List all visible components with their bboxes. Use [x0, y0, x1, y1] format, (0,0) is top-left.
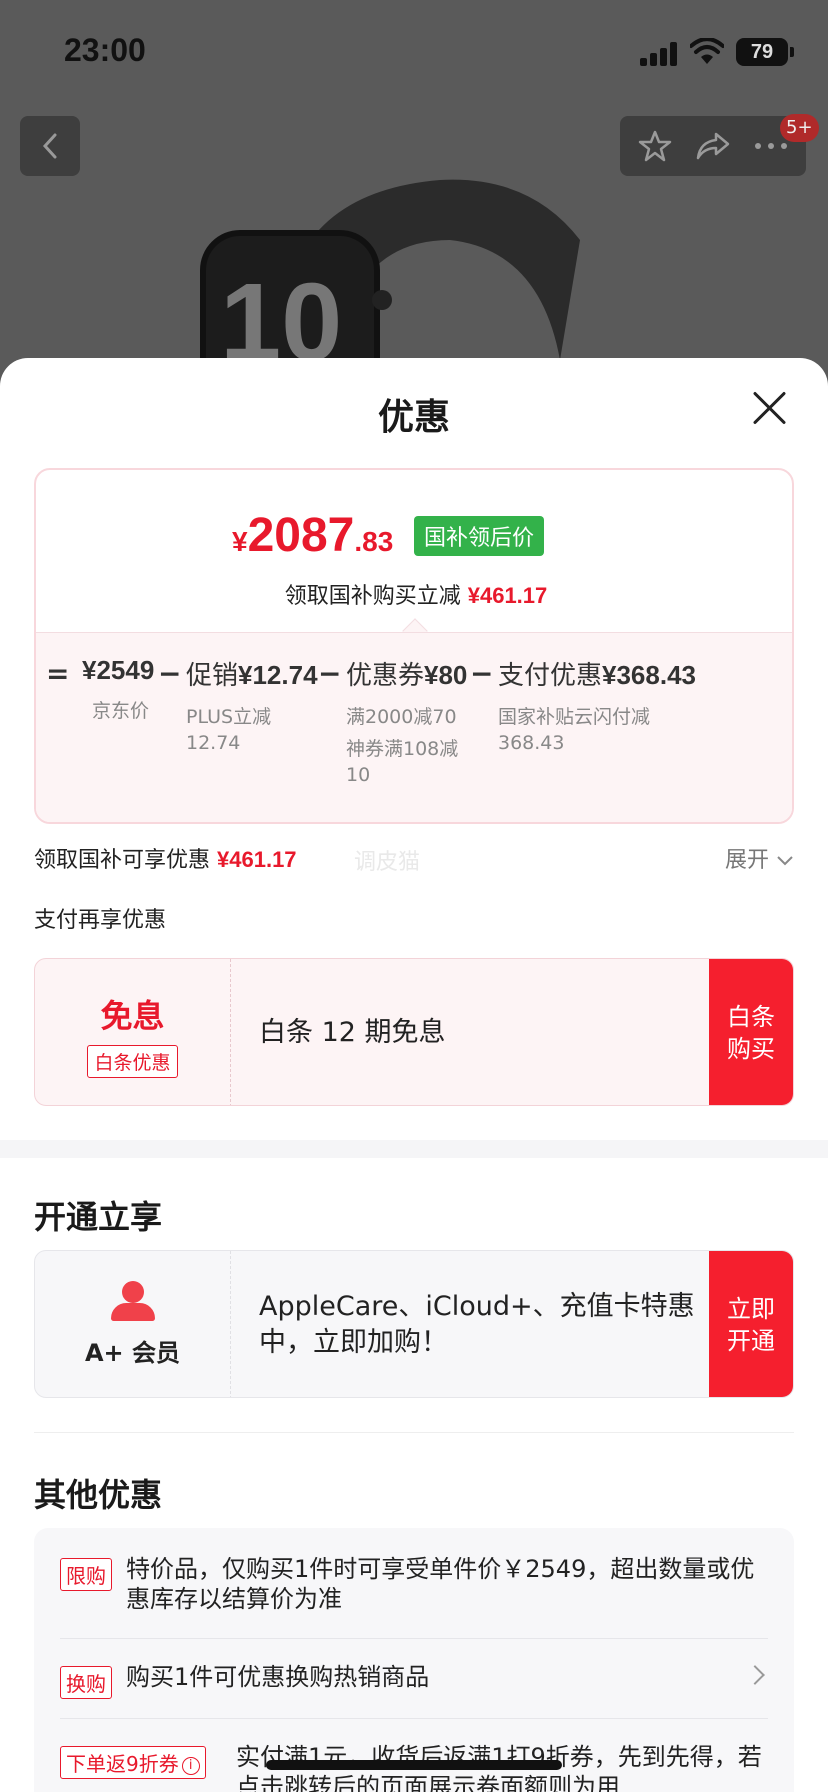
divider	[34, 1432, 794, 1433]
chevron-left-icon	[42, 133, 57, 159]
back-button[interactable]	[20, 116, 80, 176]
home-indicator	[266, 1760, 562, 1770]
breakdown-sub: PLUS立减	[186, 706, 272, 728]
share-icon[interactable]	[694, 128, 732, 164]
minus-sign: −	[158, 657, 182, 690]
interest-free-title: 免息	[100, 997, 165, 1035]
subsidy-line-text: 领取国补购买立减	[284, 584, 461, 609]
trade-up-text: 购买1件可优惠换购热销商品	[126, 1663, 430, 1691]
final-price-currency: ¥	[232, 526, 248, 557]
breakdown-value: ¥12.74	[238, 660, 318, 690]
breakdown-label: 促销	[186, 661, 239, 691]
expand-button[interactable]: 展开	[725, 842, 794, 874]
breakdown-sub: 京东价	[92, 700, 150, 722]
final-price-integer: 2087	[247, 509, 355, 562]
sheet-title: 优惠	[377, 397, 450, 438]
price-breakdown-card: ¥2087.83 国补领后价 领取国补购买立减 ¥461.17 = ¥2549 …	[34, 468, 794, 824]
minus-sign: −	[470, 657, 494, 690]
coupon-return-tag: 下单返9折券 i	[60, 1746, 206, 1779]
interest-free-label-area: 免息 白条优惠	[35, 959, 231, 1105]
breakdown-sub: 10	[346, 764, 371, 786]
chevron-down-icon	[777, 856, 793, 866]
subsidy-summary-text: 领取国补可享优惠	[34, 848, 211, 873]
watermark: 调皮猫	[354, 850, 421, 875]
breakdown-item-promo: 促销¥12.74 PLUS立减 12.74	[186, 655, 318, 756]
other-offers-list: 限购 特价品，仅购买1件时可享受单件价￥2549，超出数量或优惠库存以结算价为准…	[34, 1528, 794, 1792]
subsidy-line: 领取国补购买立减 ¥461.17	[36, 578, 792, 610]
subsidy-price-tag: 国补领后价	[414, 516, 545, 556]
open-now-label-1: 立即	[727, 1295, 775, 1323]
baitiao-tag: 白条优惠	[87, 1045, 178, 1078]
breakdown-label: 支付优惠	[498, 661, 603, 691]
breakdown-sub: 12.74	[186, 732, 241, 754]
breakdown-label: 优惠券	[346, 661, 425, 691]
breakdown-item-jd-price: ¥2549 京东价	[82, 655, 154, 724]
breakdown-value: ¥2549	[82, 655, 155, 685]
breakdown-value: ¥368.43	[602, 660, 696, 690]
cellular-signal-icon	[640, 42, 680, 66]
info-icon[interactable]: i	[181, 1756, 200, 1775]
aplus-label: A+ 会员	[84, 1339, 181, 1367]
subsidy-summary-amount: ¥461.17	[217, 847, 297, 872]
breakdown-sub: 国家补贴云闪付减	[498, 706, 651, 728]
final-price-decimal: .83	[354, 526, 394, 557]
status-time: 23:00	[64, 32, 146, 68]
expand-label: 展开	[724, 848, 769, 873]
aplus-text: AppleCare、iCloud+、充值卡特惠中，立即加购！	[259, 1291, 695, 1358]
breakdown-item-coupon: 优惠券¥80 满2000减70 神券满108减 10	[346, 655, 467, 788]
top-action-group	[620, 116, 806, 176]
baitiao-buy-label-2: 购买	[727, 1035, 775, 1063]
subsidy-line-amount: ¥461.17	[467, 583, 548, 608]
list-divider	[60, 1718, 768, 1719]
member-icon	[110, 1281, 155, 1321]
baitiao-buy-button[interactable]: 白条 购买	[709, 959, 793, 1105]
aplus-label-area: A+ 会员	[35, 1251, 231, 1397]
status-bar: 23:00 79	[0, 0, 828, 100]
breakdown-value: ¥80	[424, 660, 468, 690]
interest-free-card[interactable]: 免息 白条优惠 白条 12 期免息 白条购买	[34, 958, 794, 1106]
wifi-icon	[690, 38, 724, 64]
breakdown-item-payment: 支付优惠¥368.43 国家补贴云闪付减 368.43	[498, 655, 696, 756]
subsidy-summary-row: 领取国补可享优惠 ¥461.17 调皮猫 展开	[34, 842, 794, 882]
other-section-title: 其他优惠	[34, 1476, 163, 1514]
list-divider	[60, 1638, 768, 1639]
more-icon[interactable]	[753, 141, 789, 151]
list-item-trade-up[interactable]: 换购 购买1件可优惠换购热销商品	[60, 1662, 768, 1699]
open-section-title: 开通立享	[34, 1198, 163, 1236]
breakdown-section: = ¥2549 京东价 − 促销¥12.74 PLUS立减 12.74 − 优惠…	[36, 632, 792, 822]
open-now-label-2: 开通	[727, 1327, 775, 1355]
coupon-return-tag-label: 下单返9折券	[66, 1752, 179, 1776]
star-icon[interactable]	[637, 128, 673, 164]
purchase-limit-text: 特价品，仅购买1件时可享受单件价￥2549，超出数量或优惠库存以结算价为准	[126, 1555, 755, 1613]
breakdown-sub: 满2000减70	[346, 706, 457, 728]
aplus-member-card[interactable]: A+ 会员 AppleCare、iCloud+、充值卡特惠中，立即加购！ 立即开…	[34, 1250, 794, 1398]
breakdown-sub: 神券满108减	[346, 738, 459, 760]
section-divider	[0, 1140, 828, 1158]
battery-indicator: 79	[736, 38, 794, 66]
discount-sheet: 优惠 ¥2087.83 国补领后价 领取国补购买立减 ¥461.17 = ¥25…	[0, 358, 828, 1792]
notification-badge: 5+	[780, 114, 819, 142]
purchase-limit-tag: 限购	[60, 1558, 112, 1591]
open-now-button[interactable]: 立即 开通	[709, 1251, 793, 1397]
interest-free-text: 白条 12 期免息	[259, 1017, 446, 1048]
equals-sign: =	[46, 657, 70, 690]
baitiao-buy-label-1: 白条	[727, 1003, 775, 1031]
list-item-purchase-limit: 限购 特价品，仅购买1件时可享受单件价￥2549，超出数量或优惠库存以结算价为准	[60, 1554, 768, 1614]
pay-more-heading: 支付再享优惠	[34, 908, 167, 933]
final-price: ¥2087.83	[232, 508, 393, 563]
breakdown-sub: 368.43	[498, 732, 565, 754]
close-icon[interactable]	[752, 390, 788, 426]
trade-up-tag: 换购	[60, 1666, 112, 1699]
minus-sign: −	[318, 657, 342, 690]
final-price-section: ¥2087.83 国补领后价 领取国补购买立减 ¥461.17	[36, 470, 792, 630]
